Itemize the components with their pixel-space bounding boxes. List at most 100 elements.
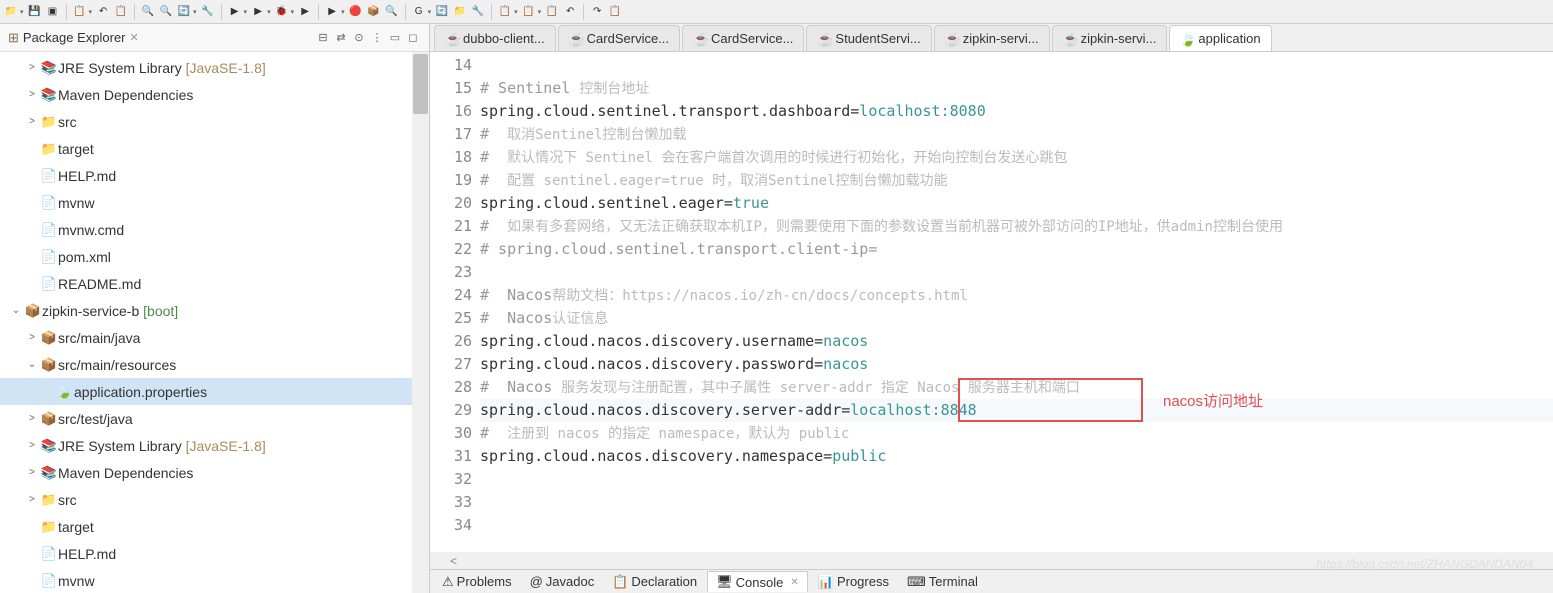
code-line[interactable] <box>480 54 1553 77</box>
expand-icon[interactable]: > <box>24 332 40 343</box>
bottom-tab[interactable]: 📋Declaration <box>604 572 705 592</box>
code-line[interactable]: spring.cloud.nacos.discovery.server-addr… <box>480 399 1553 422</box>
code-line[interactable]: spring.cloud.nacos.discovery.password=na… <box>480 353 1553 376</box>
code-line[interactable]: spring.cloud.nacos.discovery.namespace=p… <box>480 445 1553 468</box>
toolbar-button-1[interactable]: 💾 <box>28 5 42 19</box>
toolbar-button-5[interactable]: 📋 <box>114 5 128 19</box>
toolbar-button-12[interactable]: 🐞 <box>275 5 289 19</box>
tree-item[interactable]: 📁target <box>0 135 429 162</box>
expand-icon[interactable]: > <box>24 413 40 424</box>
tree-item[interactable]: >📁src <box>0 486 429 513</box>
toolbar-button-2[interactable]: ▣ <box>46 5 60 19</box>
tree-item[interactable]: ⌄📦zipkin-service-b [boot] <box>0 297 429 324</box>
view-close-icon[interactable]: ✕ <box>130 31 139 44</box>
toolbar-button-17[interactable]: 🔍 <box>385 5 399 19</box>
tree-item[interactable]: 📄mvnw <box>0 189 429 216</box>
tree-item[interactable]: 📄HELP.md <box>0 162 429 189</box>
toolbar-button-24[interactable]: 📋 <box>545 5 559 19</box>
code-line[interactable] <box>480 514 1553 537</box>
toolbar-button-23[interactable]: 📋 <box>522 5 536 19</box>
tree-scrollbar[interactable] <box>412 52 429 593</box>
tree-item[interactable]: 📄pom.xml <box>0 243 429 270</box>
code-line[interactable]: # spring.cloud.sentinel.transport.client… <box>480 238 1553 261</box>
editor-tab[interactable]: ☕zipkin-servi... <box>934 25 1050 51</box>
toolbar-button-11[interactable]: ▶ <box>251 5 265 19</box>
code-content[interactable]: # Sentinel 控制台地址spring.cloud.sentinel.tr… <box>480 52 1553 552</box>
tree-item[interactable]: ⌄📦src/main/resources <box>0 351 429 378</box>
maximize-icon[interactable]: ◻ <box>405 30 421 46</box>
code-line[interactable]: # Sentinel 控制台地址 <box>480 77 1553 100</box>
tree-item[interactable]: 📁target <box>0 513 429 540</box>
editor-tab[interactable]: ☕CardService... <box>682 25 804 51</box>
tree-item[interactable]: 🍃application.properties <box>0 378 429 405</box>
tree-item[interactable]: 📄mvnw.cmd <box>0 216 429 243</box>
expand-icon[interactable]: > <box>24 440 40 451</box>
editor-tab[interactable]: ☕dubbo-client... <box>434 25 556 51</box>
tree-item[interactable]: >📚JRE System Library [JavaSE-1.8] <box>0 432 429 459</box>
close-icon[interactable]: ✕ <box>790 577 798 588</box>
toolbar-button-22[interactable]: 📋 <box>498 5 512 19</box>
toolbar-button-21[interactable]: 🔧 <box>471 5 485 19</box>
code-line[interactable]: spring.cloud.sentinel.transport.dashboar… <box>480 100 1553 123</box>
editor-body[interactable]: 1415161718192021222324252627282930313233… <box>430 52 1553 552</box>
code-line[interactable]: # 取消Sentinel控制台懒加载 <box>480 123 1553 146</box>
toolbar-button-8[interactable]: 🔄 <box>177 5 191 19</box>
code-line[interactable]: # 注册到 nacos 的指定 namespace，默认为 public <box>480 422 1553 445</box>
editor-tab[interactable]: ☕CardService... <box>558 25 680 51</box>
expand-icon[interactable]: ⌄ <box>8 305 24 316</box>
toolbar-button-27[interactable]: 📋 <box>608 5 622 19</box>
editor-tab[interactable]: ☕zipkin-servi... <box>1052 25 1168 51</box>
tree-item[interactable]: 📄HELP.md <box>0 540 429 567</box>
tree-item[interactable]: >📦src/test/java <box>0 405 429 432</box>
toolbar-button-14[interactable]: ▶ <box>325 5 339 19</box>
toolbar-button-9[interactable]: 🔧 <box>201 5 215 19</box>
expand-icon[interactable]: > <box>24 89 40 100</box>
code-line[interactable] <box>480 261 1553 284</box>
expand-icon[interactable]: > <box>24 494 40 505</box>
tree-item[interactable]: >📁src <box>0 108 429 135</box>
toolbar-button-15[interactable]: 🔴 <box>349 5 363 19</box>
bottom-tab[interactable]: 🖥Console✕ <box>707 571 808 592</box>
minimize-icon[interactable]: ▭ <box>387 30 403 46</box>
bottom-tab[interactable]: 📊Progress <box>810 572 897 592</box>
tree-item[interactable]: >📦src/main/java <box>0 324 429 351</box>
package-explorer-tree[interactable]: >📚JRE System Library [JavaSE-1.8]>📚Maven… <box>0 52 429 593</box>
code-line[interactable]: # 默认情况下 Sentinel 会在客户端首次调用的时候进行初始化，开始向控制… <box>480 146 1553 169</box>
code-line[interactable]: spring.cloud.nacos.discovery.username=na… <box>480 330 1553 353</box>
code-line[interactable]: # Nacos 服务发现与注册配置，其中子属性 server-addr 指定 N… <box>480 376 1553 399</box>
tree-item[interactable]: >📚Maven Dependencies <box>0 459 429 486</box>
code-line[interactable] <box>480 491 1553 514</box>
tree-item[interactable]: >📚Maven Dependencies <box>0 81 429 108</box>
toolbar-button-18[interactable]: G <box>412 5 426 19</box>
bottom-tab[interactable]: ⚠Problems <box>434 572 520 592</box>
tree-item[interactable]: 📄README.md <box>0 270 429 297</box>
toolbar-button-19[interactable]: 🔄 <box>435 5 449 19</box>
code-line[interactable] <box>480 468 1553 491</box>
toolbar-button-26[interactable]: ↷ <box>590 5 604 19</box>
expand-icon[interactable]: > <box>24 116 40 127</box>
toolbar-button-4[interactable]: ↶ <box>96 5 110 19</box>
editor-tab[interactable]: 🍃application <box>1169 25 1271 51</box>
tree-item[interactable]: 📄mvnw <box>0 567 429 593</box>
toolbar-button-25[interactable]: ↶ <box>563 5 577 19</box>
filter-icon[interactable]: ⋮ <box>369 30 385 46</box>
bottom-tab[interactable]: ⌨Terminal <box>899 572 986 592</box>
code-line[interactable]: spring.cloud.sentinel.eager=true <box>480 192 1553 215</box>
code-line[interactable]: # Nacos帮助文档：https://nacos.io/zh-cn/docs/… <box>480 284 1553 307</box>
collapse-all-icon[interactable]: ⊟ <box>315 30 331 46</box>
expand-icon[interactable]: ⌄ <box>24 359 40 370</box>
toolbar-button-13[interactable]: ▶ <box>298 5 312 19</box>
link-editor-icon[interactable]: ⇄ <box>333 30 349 46</box>
tree-item[interactable]: >📚JRE System Library [JavaSE-1.8] <box>0 54 429 81</box>
code-line[interactable]: # 配置 sentinel.eager=true 时，取消Sentinel控制台… <box>480 169 1553 192</box>
expand-icon[interactable]: > <box>24 62 40 73</box>
toolbar-button-7[interactable]: 🔍 <box>159 5 173 19</box>
expand-icon[interactable]: > <box>24 467 40 478</box>
code-line[interactable]: # 如果有多套网络，又无法正确获取本机IP，则需要使用下面的参数设置当前机器可被… <box>480 215 1553 238</box>
editor-tab[interactable]: ☕StudentServi... <box>806 25 931 51</box>
toolbar-button-6[interactable]: 🔍 <box>141 5 155 19</box>
toolbar-button-20[interactable]: 📁 <box>453 5 467 19</box>
code-line[interactable]: # Nacos认证信息 <box>480 307 1553 330</box>
toolbar-button-3[interactable]: 📋 <box>73 5 87 19</box>
toolbar-button-10[interactable]: ▶ <box>228 5 242 19</box>
